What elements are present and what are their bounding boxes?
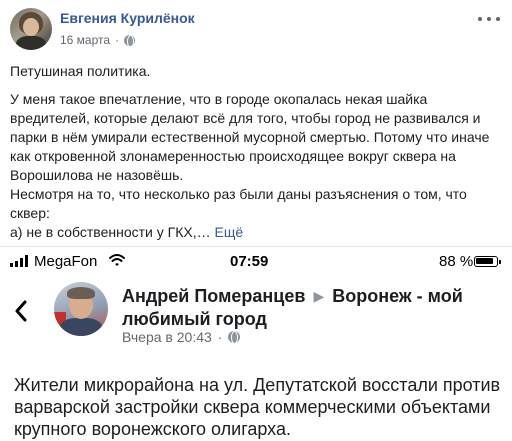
battery-percentage: 88 % xyxy=(439,253,474,270)
status-time: 07:59 xyxy=(230,253,269,270)
meta-separator: · xyxy=(115,33,120,47)
author-avatar[interactable] xyxy=(10,8,52,50)
post-paragraph: Несмотря на то, что несколько раз были д… xyxy=(10,186,467,221)
battery-icon xyxy=(474,256,501,267)
carrier-name: MegaFon xyxy=(34,253,98,270)
post-date[interactable]: 16 марта xyxy=(60,33,110,47)
arrow-right-icon: ▶ xyxy=(313,288,325,304)
post-meta: 16 марта · xyxy=(60,33,136,48)
post-paragraph-text: а) не в собственности у ГКХ,… xyxy=(10,224,211,240)
post-paragraph: У меня такое впечатление, что в городе о… xyxy=(10,91,490,183)
post-title: Петушиная политика. xyxy=(10,63,151,79)
post-text: Петушиная политика. У меня такое впечатл… xyxy=(10,62,502,242)
signal-icon xyxy=(10,255,30,267)
facebook-post: Евгения Курилёнок 16 марта · Петушиная п… xyxy=(0,0,512,246)
more-icon[interactable] xyxy=(478,12,500,26)
globe-icon[interactable] xyxy=(124,34,136,48)
group-post-avatar[interactable] xyxy=(54,282,108,336)
attached-screenshot[interactable]: MegaFon 07:59 88 % Андрей Померанцев ▶ В… xyxy=(0,247,512,441)
status-bar: MegaFon 07:59 88 % xyxy=(0,247,512,275)
group-post-author[interactable]: Андрей Померанцев xyxy=(122,286,305,306)
meta-separator: · xyxy=(217,329,223,345)
globe-icon xyxy=(228,331,241,344)
avatar-hair xyxy=(67,287,95,299)
wifi-icon xyxy=(109,254,125,266)
group-post-text: Жители микрорайона на ул. Депутатской во… xyxy=(14,375,501,439)
group-post-meta: Вчера в 20:43 · xyxy=(122,329,241,345)
avatar-face xyxy=(23,18,39,36)
avatar-body xyxy=(16,36,46,50)
author-name[interactable]: Евгения Курилёнок xyxy=(60,10,195,26)
group-post-header: Андрей Померанцев ▶ Воронеж - мой любимы… xyxy=(122,285,502,330)
group-post-time[interactable]: Вчера в 20:43 xyxy=(122,329,212,345)
see-more-link[interactable]: Ещё xyxy=(214,224,243,240)
post-paragraph: а) не в собственности у ГКХ,… Ещё xyxy=(10,223,502,242)
back-icon[interactable] xyxy=(14,300,28,322)
avatar-suit xyxy=(60,318,102,336)
